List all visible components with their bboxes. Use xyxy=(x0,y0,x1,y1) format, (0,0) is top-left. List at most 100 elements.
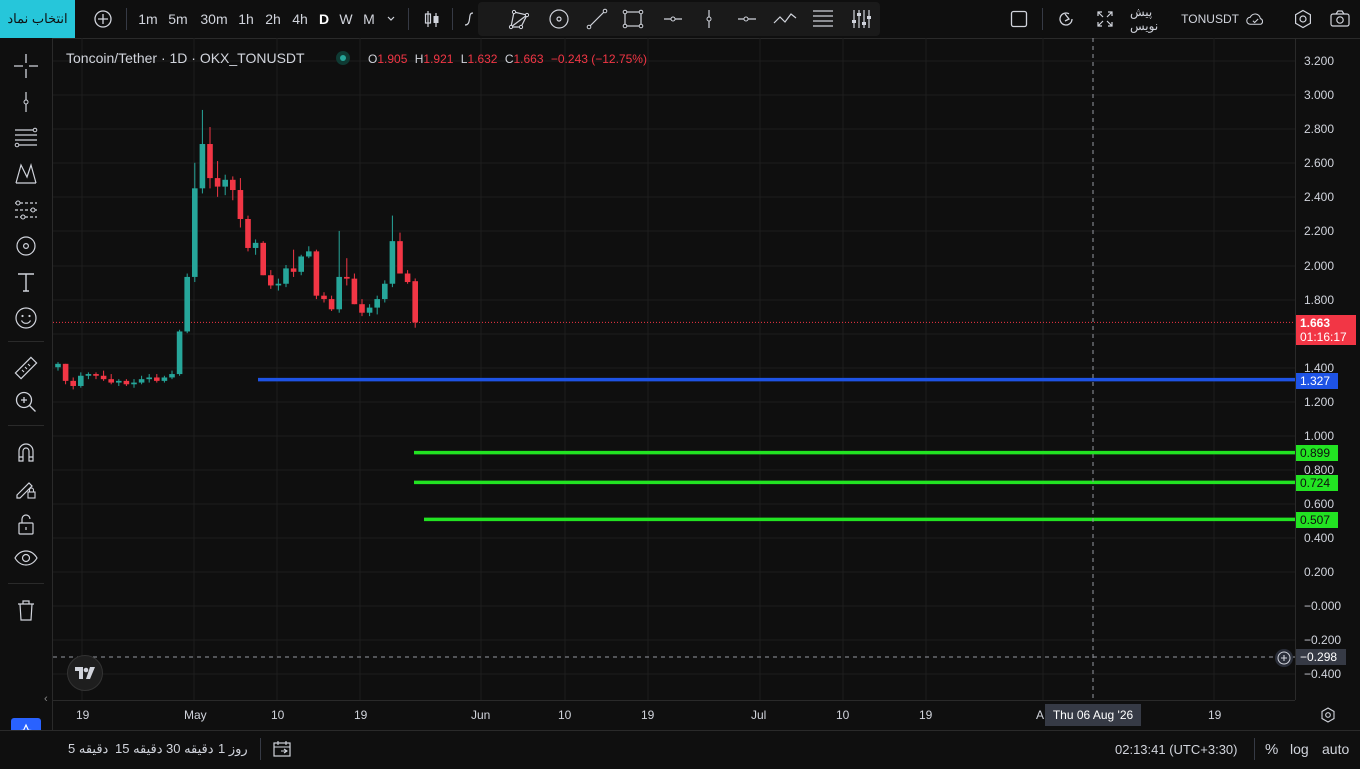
vertical-line-tool-icon[interactable] xyxy=(694,0,724,38)
preview-label: پیش نویس xyxy=(1130,5,1159,33)
fib-tool-icon[interactable] xyxy=(10,122,42,154)
time-tick-label: A xyxy=(1036,708,1045,722)
add-symbol-icon[interactable] xyxy=(88,0,118,38)
candle-body xyxy=(374,299,380,308)
candle-body xyxy=(78,375,84,386)
candle-body xyxy=(85,374,92,376)
green-line-2-price-label: 0.724 xyxy=(1296,475,1338,491)
axis-settings-gear-icon[interactable] xyxy=(1318,705,1338,725)
interval-m[interactable]: M xyxy=(361,0,377,38)
time-tick-label: Jun xyxy=(471,708,491,722)
bottom-divider xyxy=(260,738,261,760)
candle-body xyxy=(116,380,122,383)
horizontal-line-tool-icon[interactable] xyxy=(732,0,762,38)
log-scale-toggle[interactable]: log xyxy=(1290,730,1309,768)
zoom-in-icon[interactable] xyxy=(10,386,42,418)
candles-chart-type-icon[interactable] xyxy=(420,0,444,38)
range-1d[interactable]: 1 روز xyxy=(218,730,248,768)
range-5m[interactable]: 5 دقیقه xyxy=(68,730,108,768)
candle-body xyxy=(268,275,274,286)
layout-square-icon[interactable] xyxy=(1006,0,1032,38)
open-value: 1.905 xyxy=(377,52,408,66)
left-toolbar-divider xyxy=(8,425,44,426)
range-15m[interactable]: 15 دقیقه xyxy=(115,730,163,768)
cloud-sync-icon xyxy=(1246,13,1263,25)
trend-line-icon[interactable] xyxy=(10,86,42,118)
indicators-fx-icon[interactable] xyxy=(462,0,478,38)
time-tick-label: 10 xyxy=(836,708,850,722)
interval-w[interactable]: W xyxy=(338,0,354,38)
go-to-date-calendar-icon[interactable] xyxy=(270,730,294,768)
interval-5m[interactable]: 5m xyxy=(166,0,190,38)
candle-body xyxy=(192,188,198,277)
candle-body xyxy=(55,363,61,368)
auto-scale-toggle[interactable]: auto xyxy=(1322,730,1349,768)
candle-body xyxy=(328,299,335,310)
interval-1h[interactable]: 1h xyxy=(236,0,256,38)
candle-body xyxy=(230,179,236,191)
close-label: C xyxy=(504,52,514,66)
horizontal-ray-tool-icon[interactable] xyxy=(658,0,688,38)
settings-sliders-icon[interactable] xyxy=(846,0,876,38)
candle-body xyxy=(404,273,411,283)
candle-body xyxy=(397,241,403,274)
layout-name[interactable]: پیش نویس TONUSDT xyxy=(1130,0,1266,38)
magnet-icon[interactable] xyxy=(10,436,42,468)
symbol-search-button[interactable]: انتخاب نماد xyxy=(0,0,75,38)
candle-body xyxy=(351,278,358,305)
brush-shapes-icon[interactable] xyxy=(10,230,42,262)
interval-4h[interactable]: 4h xyxy=(290,0,310,38)
fib-retracement-tool-icon[interactable] xyxy=(808,0,838,38)
toolbar-divider xyxy=(452,8,453,30)
clock-timezone[interactable]: 02:13:41 (UTC+3:30) xyxy=(1115,730,1237,768)
eye-visibility-icon[interactable] xyxy=(10,542,42,574)
market-status-icon[interactable] xyxy=(336,51,350,65)
collapse-toolbar-chevron-icon[interactable]: ‹ xyxy=(44,693,48,705)
interval-30m[interactable]: 30m xyxy=(198,0,230,38)
text-tool-icon[interactable] xyxy=(10,266,42,298)
candle-body xyxy=(336,276,342,310)
bottom-divider xyxy=(1254,738,1255,760)
replay-icon[interactable] xyxy=(1052,0,1080,38)
price-tick-label: 3.200 xyxy=(1304,54,1335,68)
rectangle-tool-icon[interactable] xyxy=(618,0,648,38)
settings-gear-icon[interactable] xyxy=(1290,0,1316,38)
price-tick-label: 3.000 xyxy=(1304,88,1335,102)
interval-dropdown-chevron-icon[interactable] xyxy=(384,0,398,38)
interval-1m[interactable]: 1m xyxy=(136,0,160,38)
trendline-tool-icon[interactable] xyxy=(582,0,612,38)
left-toolbar-divider xyxy=(8,583,44,584)
candle-body xyxy=(100,375,107,380)
interval-2h[interactable]: 2h xyxy=(263,0,283,38)
range-30m[interactable]: 30 دقیقه xyxy=(166,730,214,768)
candle-body xyxy=(169,374,175,378)
tradingview-logo-icon[interactable] xyxy=(67,655,103,691)
time-tick-label: 19 xyxy=(641,708,655,722)
add-alert-plus-icon[interactable] xyxy=(1275,649,1293,667)
candle-body xyxy=(154,377,160,381)
candle-body xyxy=(93,374,99,376)
lock-icon[interactable] xyxy=(10,508,42,540)
candle-body xyxy=(313,251,320,296)
fullscreen-icon[interactable] xyxy=(1092,0,1118,38)
crosshair-icon[interactable] xyxy=(10,50,42,82)
patterns-icon[interactable] xyxy=(10,158,42,190)
price-chart[interactable] xyxy=(53,38,1295,700)
high-value: 1.921 xyxy=(423,52,454,66)
camera-icon[interactable] xyxy=(1326,0,1354,38)
emoji-icon[interactable] xyxy=(10,302,42,334)
pattern-tool-icon[interactable] xyxy=(504,0,534,38)
ruler-measure-icon[interactable] xyxy=(10,352,42,384)
symbol-legend-title[interactable]: Toncoin/Tether · 1D · OKX_TONUSDT xyxy=(66,50,305,66)
percent-scale-toggle[interactable]: % xyxy=(1265,730,1278,768)
green-line-1-price-label: 0.899 xyxy=(1296,445,1338,461)
prediction-tools-icon[interactable] xyxy=(10,194,42,226)
candle-body xyxy=(161,377,168,381)
trash-icon[interactable] xyxy=(10,594,42,626)
circle-tool-icon[interactable] xyxy=(544,0,574,38)
candle-body xyxy=(214,178,221,187)
interval-d[interactable]: D xyxy=(316,0,332,38)
path-tool-icon[interactable] xyxy=(770,0,800,38)
candle-body xyxy=(382,283,388,300)
lock-drawing-pencil-icon[interactable] xyxy=(10,472,42,504)
